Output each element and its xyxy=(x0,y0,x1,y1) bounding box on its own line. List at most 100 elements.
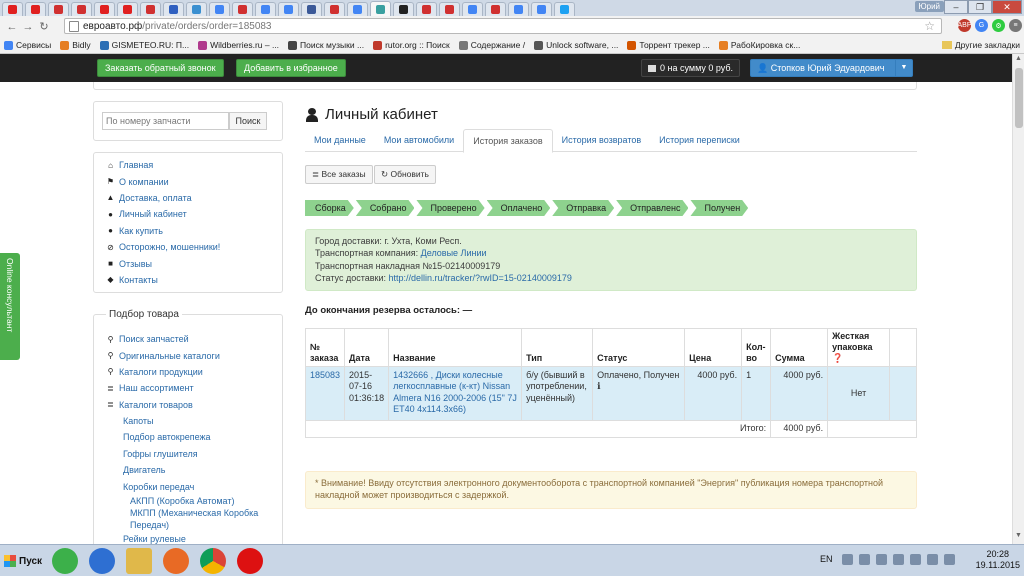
tracking-link[interactable]: http://dellin.ru/tracker/?rwID=15-021400… xyxy=(389,273,572,283)
page-scrollbar[interactable]: ▲ ▼ xyxy=(1012,54,1024,544)
profile-badge[interactable]: Юрий xyxy=(914,1,944,12)
tab-4[interactable]: История переписки xyxy=(650,129,749,152)
sidebar-item[interactable]: ● Личный кабинет xyxy=(106,206,282,222)
browser-tab[interactable] xyxy=(462,2,483,16)
order-number-link[interactable]: 185083 xyxy=(304,366,346,421)
scroll-thumb[interactable] xyxy=(1015,68,1023,128)
bookmark-item[interactable]: Торрент трекер ... xyxy=(627,40,710,50)
sidebar-item[interactable]: ◆ Контакты xyxy=(106,272,282,288)
browser-tab[interactable] xyxy=(393,2,414,16)
sidebar-item[interactable]: ■ Отзывы xyxy=(106,255,282,271)
refresh-button[interactable]: ↻ Обновить xyxy=(374,165,436,184)
browser-tab[interactable] xyxy=(370,1,391,16)
url-field[interactable]: евроавто.рф/private/orders/order=185083 … xyxy=(64,18,942,34)
browser-tab[interactable] xyxy=(485,2,506,16)
browser-tab[interactable] xyxy=(140,2,161,16)
browser-tab[interactable] xyxy=(71,2,92,16)
browser-tab[interactable] xyxy=(347,2,368,16)
part-number-input[interactable]: По номеру запчасти xyxy=(102,112,229,130)
folder-icon[interactable] xyxy=(126,548,152,574)
clock[interactable]: 20:28 19.11.2015 xyxy=(976,549,1020,571)
sidebar-item[interactable]: ▲ Доставка, оплата xyxy=(106,190,282,206)
browser-tab[interactable] xyxy=(508,2,529,16)
user-menu-button[interactable]: 👤 Стопков Юрий Эдуардович ▼ xyxy=(750,59,913,77)
selection-item[interactable]: ⚲ Оригинальные каталоги xyxy=(106,347,282,363)
speed-icon[interactable] xyxy=(89,548,115,574)
search-button[interactable]: Поиск xyxy=(229,112,267,130)
selection-item[interactable]: ⚲ Каталоги продукции xyxy=(106,364,282,380)
browser-tab[interactable] xyxy=(2,2,23,16)
company-link[interactable]: Деловые Линии xyxy=(421,248,487,258)
google-icon[interactable]: G xyxy=(975,19,988,32)
close-button[interactable]: ✕ xyxy=(992,0,1022,14)
browser-tab[interactable] xyxy=(416,2,437,16)
tray-arrow-icon[interactable] xyxy=(842,554,853,565)
maximize-button[interactable]: ❐ xyxy=(968,0,992,14)
browser-tab[interactable] xyxy=(439,2,460,16)
browser-tab[interactable] xyxy=(117,2,138,16)
other-bookmarks[interactable]: Другие закладки xyxy=(941,40,1020,50)
selection-item[interactable]: ≣ Каталоги товаров xyxy=(106,397,282,413)
catalog-link[interactable]: Гофры глушителя xyxy=(106,446,282,462)
volume-icon[interactable] xyxy=(944,554,955,565)
bookmark-item[interactable]: Unlock software, ... xyxy=(534,40,618,50)
info-icon[interactable]: ℹ xyxy=(597,381,600,391)
tab-0[interactable]: Мои данные xyxy=(305,129,375,152)
menu-icon[interactable]: ≡ xyxy=(1009,19,1022,32)
forward-icon[interactable]: → xyxy=(20,19,36,35)
bookmark-item[interactable]: РабоКировка ск... xyxy=(718,40,800,50)
back-icon[interactable]: ← xyxy=(4,19,20,35)
selection-item[interactable]: ⚲ Поиск запчастей xyxy=(106,331,282,347)
bookmark-item[interactable]: Содержание / xyxy=(458,40,525,50)
bookmark-item[interactable]: GISMETEO.RU: П... xyxy=(99,40,189,50)
catalog-link[interactable]: Коробки передач xyxy=(106,479,282,495)
catalog-link[interactable]: Подбор автокрепежа xyxy=(106,429,282,445)
tab-2[interactable]: История заказов xyxy=(463,129,553,153)
browser-tab[interactable] xyxy=(324,2,345,16)
selection-item[interactable]: ≣ Наш ассортимент xyxy=(106,380,282,396)
catalog-link[interactable]: Капоты xyxy=(106,413,282,429)
callback-button[interactable]: Заказать обратный звонок xyxy=(97,59,224,77)
browser-tab[interactable] xyxy=(232,2,253,16)
browser-tab[interactable] xyxy=(163,2,184,16)
all-orders-button[interactable]: ≣ Все заказы xyxy=(305,165,373,184)
browser-tab[interactable] xyxy=(209,2,230,16)
mail-agent-icon[interactable] xyxy=(52,548,78,574)
browser-tab[interactable] xyxy=(554,2,575,16)
bookmark-item[interactable]: Сервисы xyxy=(4,40,51,50)
catalog-link[interactable]: Рейки рулевые xyxy=(106,531,282,544)
cart-button[interactable]: 0 на сумму 0 руб. xyxy=(641,59,741,77)
chrome-icon[interactable] xyxy=(200,548,226,574)
bookmark-item[interactable]: Bidly xyxy=(60,40,91,50)
bookmark-item[interactable]: Wildberries.ru – ... xyxy=(198,40,279,50)
sidebar-item[interactable]: ⚑ О компании xyxy=(106,173,282,189)
browser-tab[interactable] xyxy=(186,2,207,16)
browser-tab[interactable] xyxy=(25,2,46,16)
tray-app-icon[interactable] xyxy=(859,554,870,565)
online-consultant-tab[interactable]: Online консультант xyxy=(0,253,20,360)
chevron-down-icon[interactable]: ▼ xyxy=(895,60,912,76)
flag-icon[interactable] xyxy=(910,554,921,565)
tray-app-icon[interactable] xyxy=(893,554,904,565)
tab-3[interactable]: История возвратов xyxy=(553,129,651,152)
browser-tab[interactable] xyxy=(255,2,276,16)
reload-icon[interactable]: ↻ xyxy=(36,19,52,35)
catalog-sublink[interactable]: АКПП (Коробка Автомат) xyxy=(106,495,282,507)
scroll-down-icon[interactable]: ▼ xyxy=(1013,532,1024,543)
bookmark-star-icon[interactable]: ☆ xyxy=(924,19,935,33)
opera-icon[interactable] xyxy=(237,548,263,574)
sidebar-item[interactable]: ⊘ Осторожно, мошенники! xyxy=(106,239,282,255)
network-icon[interactable] xyxy=(927,554,938,565)
bookmark-item[interactable]: Поиск музыки ... xyxy=(288,40,364,50)
adblock-icon[interactable]: ABP xyxy=(958,19,972,32)
bookmark-item[interactable]: rutor.org :: Поиск xyxy=(373,40,450,50)
browser-tab[interactable] xyxy=(94,2,115,16)
sidebar-item[interactable]: ● Как купить xyxy=(106,223,282,239)
start-button[interactable]: Пуск xyxy=(0,549,42,573)
catalog-sublink[interactable]: МКПП (Механическая Коробка Передач) xyxy=(106,507,282,531)
browser-tab[interactable] xyxy=(531,2,552,16)
add-favorites-button[interactable]: Добавить в избранное xyxy=(236,59,346,77)
browser-tab[interactable] xyxy=(48,2,69,16)
language-indicator[interactable]: EN xyxy=(820,554,833,564)
firefox-icon[interactable] xyxy=(163,548,189,574)
